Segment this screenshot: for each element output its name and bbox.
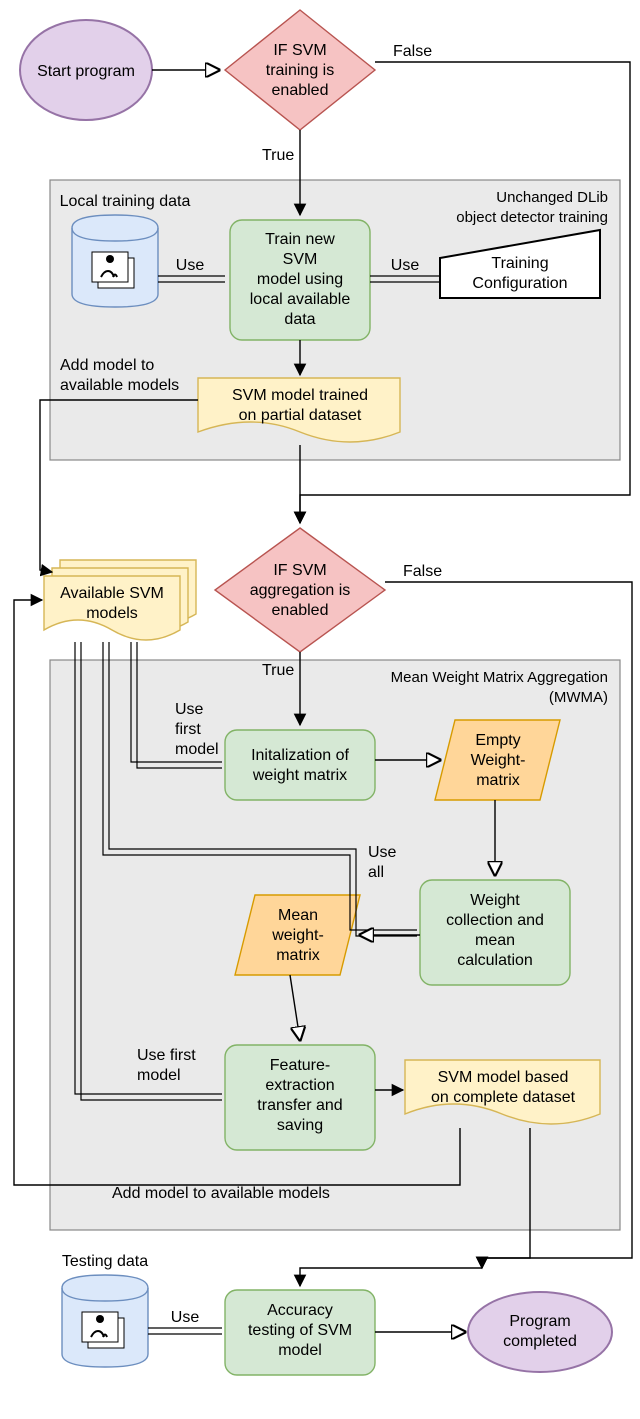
edge-merge-acc (300, 1268, 482, 1286)
group-training-label-line1: Unchanged DLib (496, 189, 608, 206)
group-mwma-label-line1: Mean Weight Matrix Aggregation (391, 669, 608, 686)
acc-l3: model (278, 1342, 322, 1359)
fx-l4: saving (277, 1117, 323, 1134)
lbl-useall-l2: all (368, 864, 384, 881)
mwm-l3: matrix (276, 947, 320, 964)
lbl-usefirst-l3: model (175, 741, 219, 758)
local-data-label: Local training data (60, 193, 191, 210)
lbl-usefirst2-l2: model (137, 1067, 181, 1084)
lbl-use2: Use (391, 257, 420, 274)
wc-l1: Weight (470, 892, 520, 909)
full-l1: SVM model based (438, 1069, 569, 1086)
train-l2: SVM (283, 251, 318, 268)
fx-l3: transfer and (257, 1097, 342, 1114)
initwm-l1: Initalization of (251, 747, 349, 764)
dec-agg-l3: enabled (272, 602, 329, 619)
train-l5: data (284, 311, 315, 328)
dec-agg-l2: aggregation is (250, 582, 351, 599)
partial-l2: on partial dataset (239, 407, 362, 424)
lbl-true1: True (262, 147, 294, 164)
train-l1: Train new (265, 231, 335, 248)
dec-train-l3: enabled (272, 82, 329, 99)
flowchart-canvas: Unchanged DLib object detector training … (0, 0, 640, 1419)
group-mwma-label-line2: (MWMA) (549, 689, 608, 706)
lbl-false1: False (393, 43, 432, 60)
lbl-use1: Use (176, 257, 205, 274)
wc-l4: calculation (457, 952, 533, 969)
node-init-wm (225, 730, 375, 800)
train-l3: model using (257, 271, 343, 288)
wc-l3: mean (475, 932, 515, 949)
wc-l2: collection and (446, 912, 544, 929)
testing-data-label: Testing data (62, 1253, 148, 1270)
fx-l2: extraction (265, 1077, 334, 1094)
mwm-l1: Mean (278, 907, 318, 924)
initwm-l2: weight matrix (252, 767, 347, 784)
acc-l2: testing of SVM (248, 1322, 352, 1339)
lbl-useall-l1: Use (368, 844, 397, 861)
lbl-usefirst2-l1: Use first (137, 1047, 196, 1064)
node-done (468, 1292, 612, 1372)
done-l1: Program (509, 1313, 570, 1330)
avail-l2: models (86, 605, 138, 622)
fx-l1: Feature- (270, 1057, 330, 1074)
partial-l1: SVM model trained (232, 387, 368, 404)
ewm-l1: Empty (475, 732, 520, 749)
avail-l1: Available SVM (60, 585, 164, 602)
node-testing-data (62, 1275, 148, 1367)
lbl-use3: Use (171, 1309, 200, 1326)
cfg-l2: Configuration (472, 275, 567, 292)
acc-l1: Accuracy (267, 1302, 333, 1319)
dec-train-l2: training is (266, 62, 334, 79)
lbl-true2: True (262, 662, 294, 679)
train-l4: local available (250, 291, 351, 308)
full-l2: on complete dataset (431, 1089, 576, 1106)
lbl-usefirst-l1: Use (175, 701, 204, 718)
lbl-add1-l1: Add model to (60, 357, 154, 374)
group-training-label-line2: object detector training (456, 209, 608, 226)
lbl-add2: Add model to available models (112, 1185, 330, 1202)
dec-agg-l1: IF SVM (273, 562, 326, 579)
ewm-l3: matrix (476, 772, 520, 789)
lbl-add1-l2: available models (60, 377, 179, 394)
ewm-l2: Weight- (471, 752, 526, 769)
done-l2: completed (503, 1333, 577, 1350)
cfg-l1: Training (491, 255, 548, 272)
node-start-text: Start program (37, 63, 135, 80)
dec-train-l1: IF SVM (273, 42, 326, 59)
mwm-l2: weight- (271, 927, 324, 944)
lbl-false2: False (403, 563, 442, 580)
lbl-usefirst-l2: first (175, 721, 201, 738)
node-local-data (72, 215, 158, 307)
